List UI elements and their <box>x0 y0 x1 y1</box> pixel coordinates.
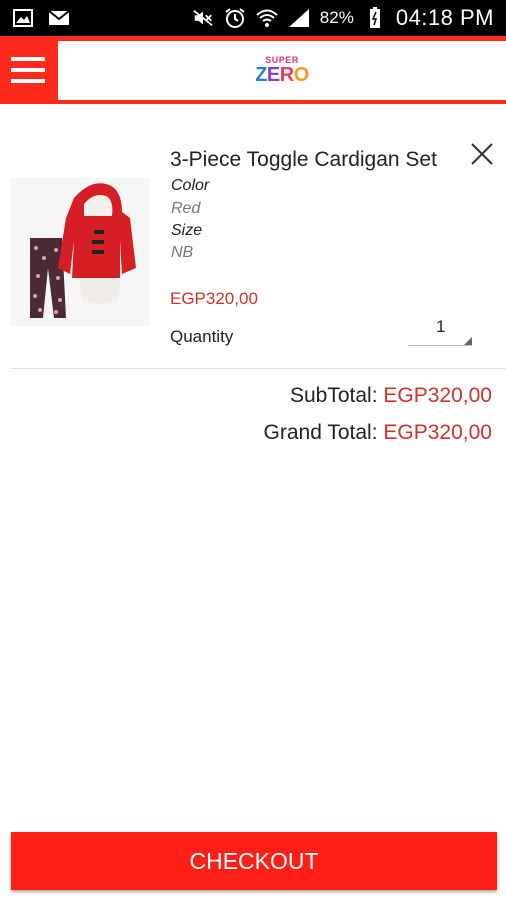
subtotal-row: SubTotal: EGP320,00 <box>290 384 492 408</box>
size-value: NB <box>171 244 194 261</box>
clock: 04:18 PM <box>395 5 494 30</box>
checkout-button[interactable]: CHECKOUT <box>11 832 497 890</box>
divider <box>10 368 506 369</box>
wifi-icon <box>256 7 278 29</box>
product-image[interactable] <box>10 178 150 326</box>
app-header: SUPER ZERO <box>0 36 506 104</box>
app-logo: SUPER ZERO <box>255 56 309 86</box>
battery-percent: 82% <box>319 8 354 27</box>
gallery-icon <box>12 7 34 29</box>
subtotal-value: EGP320,00 <box>383 384 492 407</box>
status-bar: 82% 04:18 PM <box>0 0 506 36</box>
color-value: Red <box>171 200 201 217</box>
grand-total-label: Grand Total: <box>263 421 378 444</box>
grand-total-value: EGP320,00 <box>383 421 492 444</box>
hamburger-icon <box>11 57 45 83</box>
logo-bottom-text: ZERO <box>255 64 309 86</box>
color-label: Color <box>171 177 210 194</box>
logo-container[interactable]: SUPER ZERO <box>58 41 506 100</box>
signal-icon <box>288 7 310 29</box>
size-label: Size <box>171 222 203 239</box>
remove-item-button[interactable] <box>466 138 498 170</box>
quantity-label: Quantity <box>170 327 234 346</box>
quantity-select[interactable]: 1 <box>408 314 472 346</box>
quantity-value: 1 <box>436 317 446 336</box>
dropdown-triangle-icon <box>464 337 472 345</box>
alarm-icon <box>224 7 246 29</box>
mail-icon <box>48 7 70 29</box>
product-title[interactable]: 3-Piece Toggle Cardigan Set <box>170 148 437 172</box>
battery-icon <box>364 7 386 29</box>
subtotal-label: SubTotal: <box>290 384 378 407</box>
close-icon <box>471 143 493 165</box>
menu-button[interactable] <box>0 36 56 104</box>
quantity-underline <box>408 345 472 346</box>
grand-total-row: Grand Total: EGP320,00 <box>264 421 492 445</box>
mute-icon <box>192 7 214 29</box>
item-price: EGP320,00 <box>170 289 258 308</box>
